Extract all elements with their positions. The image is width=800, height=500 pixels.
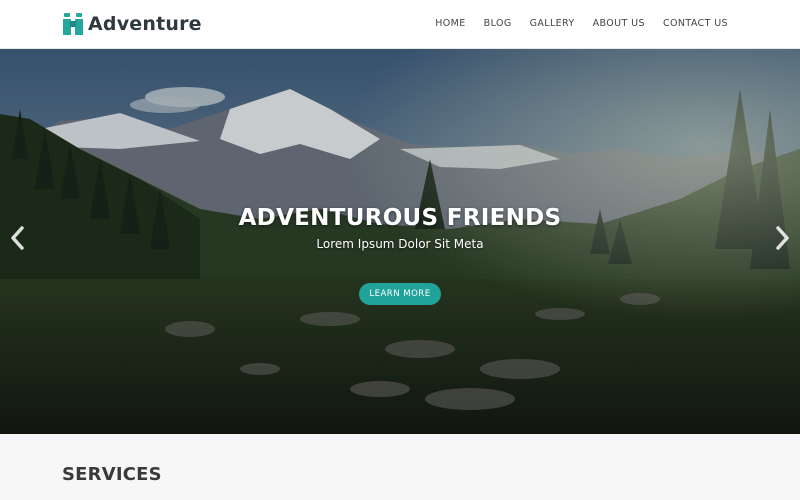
chevron-left-icon[interactable]	[8, 225, 28, 251]
hero-subtitle: Lorem Ipsum Dolor Sit Meta	[316, 237, 484, 251]
services-heading: SERVICES	[62, 464, 162, 485]
nav-item-contact-us[interactable]: CONTACT US	[663, 18, 728, 29]
hero-title: ADVENTUROUS FRIENDS	[238, 205, 562, 231]
site-header: Adventure HOME BLOG GALLERY ABOUT US CON…	[0, 0, 800, 49]
nav-item-home[interactable]: HOME	[435, 18, 465, 29]
nav-item-gallery[interactable]: GALLERY	[530, 18, 575, 29]
chevron-right-icon[interactable]	[772, 225, 792, 251]
main-nav: HOME BLOG GALLERY ABOUT US CONTACT US	[435, 18, 728, 29]
brand-name: Adventure	[88, 13, 202, 35]
services-section: SERVICES	[0, 434, 800, 500]
logo[interactable]: Adventure	[62, 12, 202, 36]
binoculars-icon	[63, 13, 83, 35]
hero-slider: ADVENTUROUS FRIENDS Lorem Ipsum Dolor Si…	[0, 49, 800, 434]
learn-more-button[interactable]: LEARN MORE	[359, 283, 441, 305]
nav-item-blog[interactable]: BLOG	[484, 18, 512, 29]
nav-item-about-us[interactable]: ABOUT US	[593, 18, 645, 29]
